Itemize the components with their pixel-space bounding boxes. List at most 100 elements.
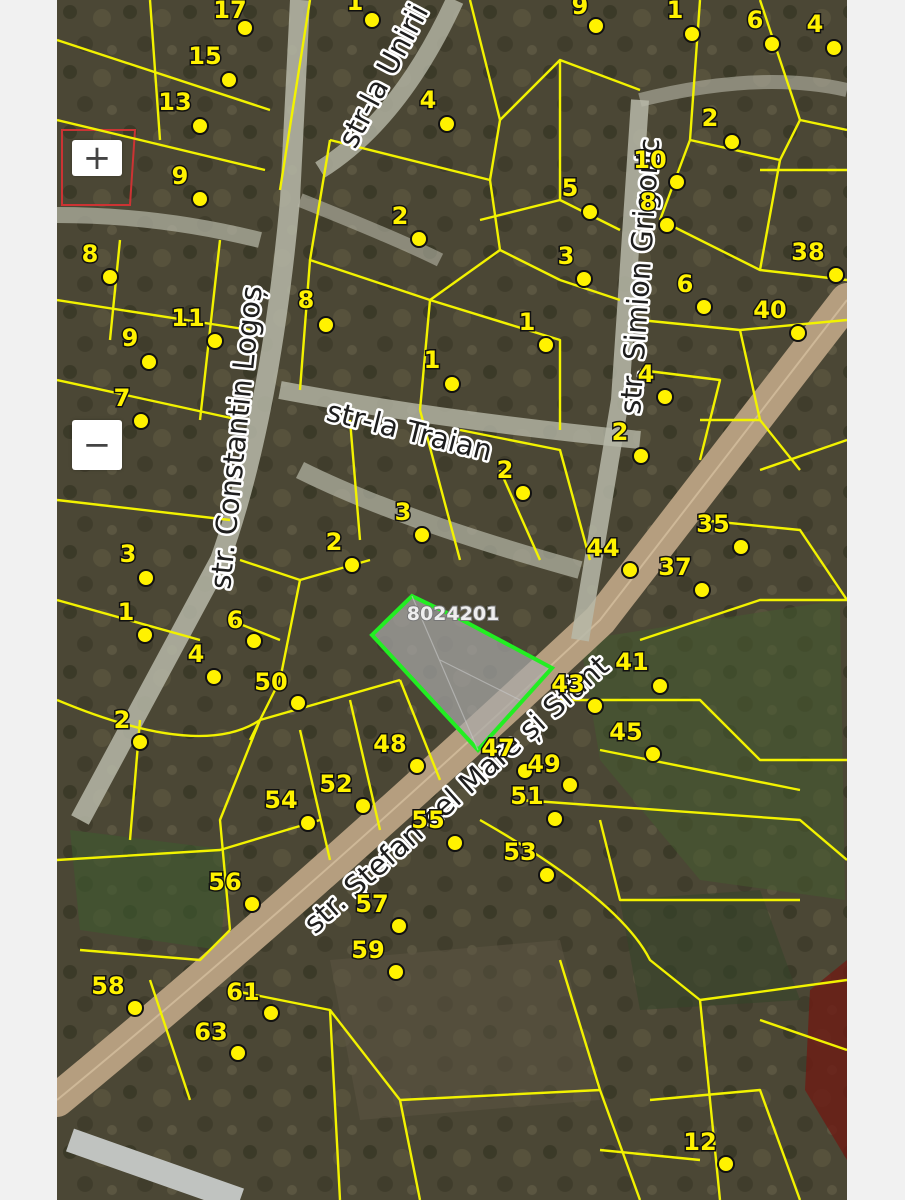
address-point-marker[interactable]	[695, 298, 713, 316]
address-point-marker[interactable]	[390, 917, 408, 935]
address-point-marker[interactable]	[354, 797, 372, 815]
address-point-marker[interactable]	[586, 697, 604, 715]
address-point-marker[interactable]	[410, 230, 428, 248]
address-point-marker[interactable]	[317, 316, 335, 334]
house-number-label: 35	[696, 510, 729, 538]
house-number-label: 1	[519, 308, 536, 336]
address-point-marker[interactable]	[723, 133, 741, 151]
house-number-label: 2	[497, 456, 514, 484]
house-number-label: 3	[558, 242, 575, 270]
house-number-label: 58	[91, 972, 124, 1000]
house-number-label: 44	[586, 534, 619, 562]
address-point-marker[interactable]	[126, 999, 144, 1017]
house-number-label: 40	[753, 296, 786, 324]
address-point-marker[interactable]	[632, 447, 650, 465]
house-number-label: 3	[395, 498, 412, 526]
address-point-marker[interactable]	[546, 810, 564, 828]
address-point-marker[interactable]	[683, 25, 701, 43]
address-point-marker[interactable]	[825, 39, 843, 57]
address-point-marker[interactable]	[262, 1004, 280, 1022]
house-number-label: 9	[122, 324, 139, 352]
address-point-marker[interactable]	[538, 866, 556, 884]
address-point-marker[interactable]	[245, 632, 263, 650]
address-point-marker[interactable]	[763, 35, 781, 53]
house-number-label: 50	[254, 668, 287, 696]
house-number-label: 51	[510, 782, 543, 810]
house-number-label: 57	[355, 890, 388, 918]
house-number-label: 9	[572, 0, 589, 20]
house-number-label: 12	[683, 1128, 716, 1156]
address-point-marker[interactable]	[587, 17, 605, 35]
house-number-label: 3	[120, 540, 137, 568]
house-number-label: 4	[188, 640, 205, 668]
house-number-label: 6	[747, 6, 764, 34]
address-point-marker[interactable]	[205, 668, 223, 686]
address-point-marker[interactable]	[408, 757, 426, 775]
house-number-label: 9	[172, 162, 189, 190]
address-point-marker[interactable]	[363, 11, 381, 29]
house-number-label: 55	[411, 806, 444, 834]
house-number-label: 6	[227, 606, 244, 634]
house-number-label: 4	[807, 10, 824, 38]
house-number-label: 6	[677, 270, 694, 298]
house-number-label: 37	[658, 553, 691, 581]
map-canvas[interactable]: 8024201 str-la Unirii str. Constantin Lo…	[57, 0, 847, 1200]
address-point-marker[interactable]	[413, 526, 431, 544]
address-point-marker[interactable]	[299, 814, 317, 832]
address-point-marker[interactable]	[206, 332, 224, 350]
address-point-marker[interactable]	[101, 268, 119, 286]
house-number-label: 52	[319, 770, 352, 798]
address-point-marker[interactable]	[131, 733, 149, 751]
address-point-marker[interactable]	[229, 1044, 247, 1062]
address-point-marker[interactable]	[220, 71, 238, 89]
address-point-marker[interactable]	[438, 115, 456, 133]
address-point-marker[interactable]	[581, 203, 599, 221]
address-point-marker[interactable]	[789, 324, 807, 342]
house-number-label: 8	[298, 286, 315, 314]
address-point-marker[interactable]	[621, 561, 639, 579]
house-number-label: 13	[158, 88, 191, 116]
house-number-label: 8	[82, 240, 99, 268]
house-number-label: 1	[347, 0, 364, 16]
address-point-marker[interactable]	[537, 336, 555, 354]
house-number-label: 1	[118, 598, 135, 626]
address-point-marker[interactable]	[136, 626, 154, 644]
address-point-marker[interactable]	[443, 375, 461, 393]
house-number-label: 56	[208, 868, 241, 896]
address-point-marker[interactable]	[561, 776, 579, 794]
address-point-marker[interactable]	[658, 216, 676, 234]
address-point-marker[interactable]	[191, 117, 209, 135]
address-point-marker[interactable]	[575, 270, 593, 288]
address-point-marker[interactable]	[827, 266, 845, 284]
cadastral-map[interactable]: 8024201 str-la Unirii str. Constantin Lo…	[57, 0, 847, 1200]
address-point-marker[interactable]	[446, 834, 464, 852]
house-number-label: 63	[194, 1018, 227, 1046]
address-point-marker[interactable]	[140, 353, 158, 371]
address-point-marker[interactable]	[732, 538, 750, 556]
address-point-marker[interactable]	[387, 963, 405, 981]
house-number-label: 4	[420, 86, 437, 114]
house-number-label: 15	[188, 42, 221, 70]
address-point-marker[interactable]	[343, 556, 361, 574]
house-number-label: 10	[633, 146, 666, 174]
address-point-marker[interactable]	[668, 173, 686, 191]
address-point-marker[interactable]	[191, 190, 209, 208]
address-point-marker[interactable]	[132, 412, 150, 430]
house-number-label: 8	[640, 188, 657, 216]
address-point-marker[interactable]	[137, 569, 155, 587]
house-number-label: 2	[114, 706, 131, 734]
house-number-label: 5	[562, 174, 579, 202]
address-point-marker[interactable]	[243, 895, 261, 913]
address-point-marker[interactable]	[289, 694, 307, 712]
address-point-marker[interactable]	[514, 484, 532, 502]
address-point-marker[interactable]	[656, 388, 674, 406]
address-point-marker[interactable]	[651, 677, 669, 695]
address-point-marker[interactable]	[693, 581, 711, 599]
zoom-out-button[interactable]: −	[72, 420, 122, 470]
house-number-label: 53	[503, 838, 536, 866]
address-point-marker[interactable]	[717, 1155, 735, 1173]
zoom-in-button[interactable]: +	[72, 140, 122, 176]
house-number-label: 47	[481, 734, 514, 762]
address-point-marker[interactable]	[644, 745, 662, 763]
parcel-id-label: 8024201	[407, 603, 500, 625]
